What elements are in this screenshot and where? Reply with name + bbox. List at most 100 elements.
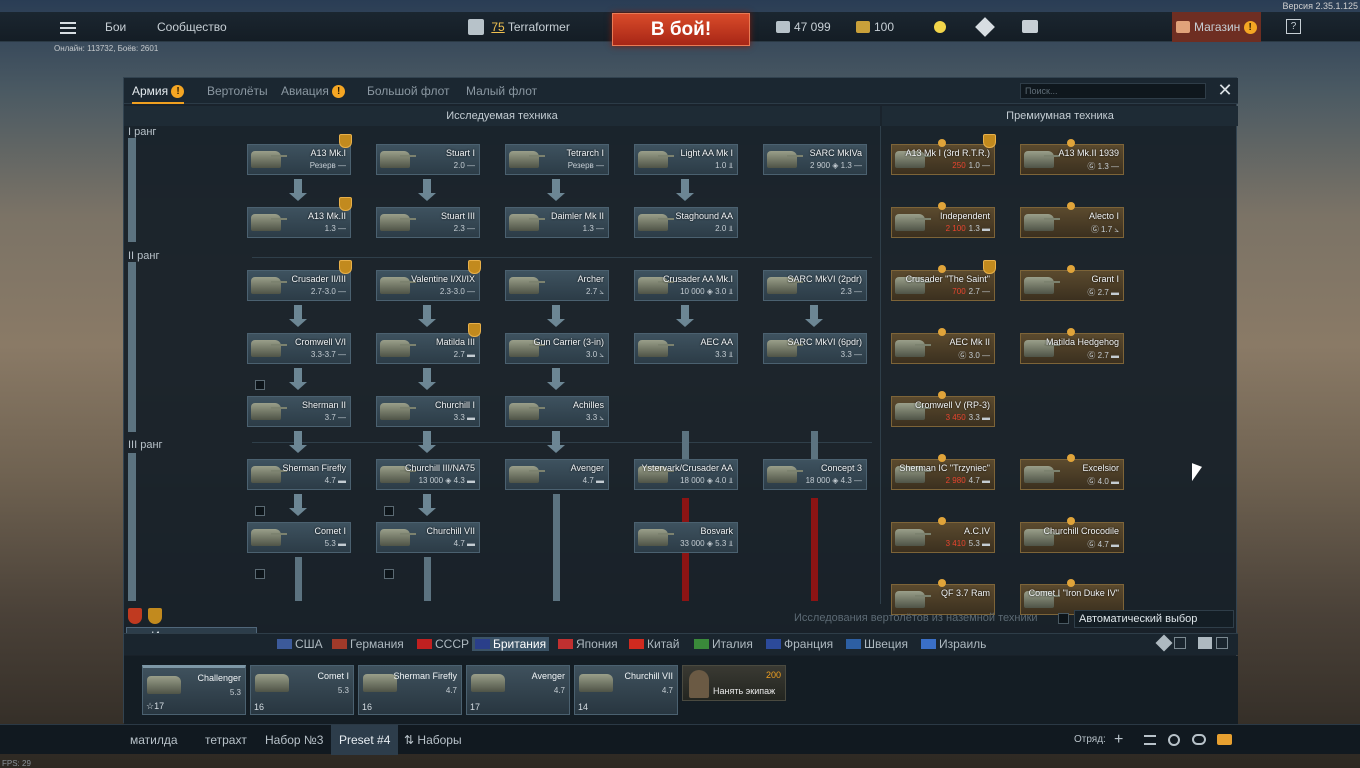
country-tab[interactable]: Швеция	[846, 637, 908, 651]
rank-progress-bar	[128, 262, 136, 432]
vehicle-card[interactable]: Matilda III 2.7 ▬	[376, 323, 481, 364]
contacts-icon[interactable]	[1168, 734, 1180, 746]
premium-vehicle-card[interactable]: A13 Mk I (3rd R.T.R.) 250 1.0 —	[891, 134, 996, 175]
vehicle-card[interactable]: Concept 3 18 000 ◈ 4.3 —	[763, 459, 867, 490]
vehicle-card[interactable]: Tetrarch I Резерв —	[505, 144, 609, 175]
community-menu[interactable]: Сообщество	[157, 12, 227, 42]
ammo-icon[interactable]	[1198, 637, 1212, 649]
vehicle-card[interactable]: Sherman II 3.7 —	[247, 396, 351, 427]
auto-select-dropdown[interactable]: Автоматический выбор	[1074, 610, 1234, 628]
achievements-icon[interactable]	[975, 17, 995, 37]
premium-vehicle-card[interactable]: Alecto I Ⓖ 1.7 ⦣	[1020, 202, 1124, 238]
vehicle-name: Matilda III	[435, 337, 475, 347]
vehicle-card[interactable]: Sherman Firefly 4.7 ▬	[247, 459, 351, 490]
country-tab[interactable]: Израиль	[921, 637, 986, 651]
premium-vehicle-card[interactable]: AEC Mk II Ⓖ 3.0 —	[891, 328, 995, 364]
country-tab[interactable]: Британия	[472, 637, 550, 651]
preset-tab[interactable]: Набор №3	[257, 725, 331, 755]
presets-button[interactable]: ⇅ Наборы	[396, 725, 470, 755]
crew-slot[interactable]: Challenger 5.3 ☆17	[142, 665, 246, 715]
vehicle-card[interactable]: Stuart I 2.0 —	[376, 144, 480, 175]
premium-vehicle-card[interactable]: Cromwell V (RP-3) 3 450 3.3 ▬	[891, 391, 995, 427]
vehicle-card[interactable]: Churchill VII 4.7 ▬	[376, 522, 480, 553]
premium-vehicle-card[interactable]: Excelsior Ⓖ 4.0 ▬	[1020, 454, 1124, 490]
premium-vehicle-card[interactable]: Matilda Hedgehog Ⓖ 2.7 ▬	[1020, 328, 1124, 364]
tab-aviation[interactable]: Авиация !	[281, 78, 346, 104]
country-tab[interactable]: СССР	[417, 637, 469, 651]
battles-menu[interactable]: Бои	[105, 12, 126, 42]
chat-icon[interactable]	[1192, 734, 1206, 745]
list-icon[interactable]	[1144, 735, 1156, 745]
vehicle-card[interactable]: Cromwell V/I 3.3-3.7 —	[247, 333, 351, 364]
coupon-icon[interactable]	[1022, 20, 1038, 33]
vehicle-card[interactable]: A13 Mk.I Резерв —	[247, 134, 352, 175]
vehicle-card[interactable]: SARC MkVI (6pdr) 3.3 —	[763, 333, 867, 364]
crew-slot[interactable]: Churchill VII 4.7 14	[574, 665, 678, 715]
tab-army[interactable]: Армия !	[132, 78, 185, 104]
auto-research-checkbox[interactable]	[1058, 613, 1069, 624]
vehicle-card[interactable]: Light AA Mk I 1.0 ⫫	[634, 144, 738, 175]
slot-br: 5.3	[337, 686, 349, 695]
vehicle-card[interactable]: Achilles 3.3 ⦣	[505, 396, 609, 427]
filter-checkbox[interactable]	[1216, 637, 1228, 649]
vehicle-card[interactable]: Comet I 5.3 ▬	[247, 522, 351, 553]
tree-arrow	[547, 368, 565, 390]
country-tab[interactable]: США	[277, 637, 323, 651]
premium-vehicle-card[interactable]: Sherman IC "Trzyniec" 2 980 4.7 ▬	[891, 454, 995, 490]
vehicle-card[interactable]: Stuart III 2.3 —	[376, 207, 480, 238]
tank-icon	[509, 214, 545, 231]
vehicle-card[interactable]: Daimler Mk II 1.3 —	[505, 207, 609, 238]
crew-slot[interactable]: Avenger 4.7 17	[466, 665, 570, 715]
country-tab[interactable]: Китай	[629, 637, 679, 651]
vehicle-card[interactable]: Churchill III/NA75 13 000 ◈ 4.3 ▬	[376, 459, 480, 490]
tab-bluewater-fleet[interactable]: Большой флот	[367, 78, 450, 104]
vehicle-card[interactable]: SARC MkIVa 2 900 ◈ 1.3 —	[763, 144, 867, 175]
hire-crew-slot[interactable]: 200 Нанять экипаж	[682, 665, 786, 701]
vehicle-card[interactable]: A13 Mk.II 1.3 —	[247, 197, 352, 238]
search-input[interactable]: Поиск...	[1020, 83, 1206, 99]
vehicle-card[interactable]: Valentine I/XI/IX 2.3-3.0 —	[376, 260, 481, 301]
vehicle-card[interactable]: Archer 2.7 ⦣	[505, 270, 609, 301]
filter-checkbox[interactable]	[1174, 637, 1186, 649]
vehicle-stats: 3 410 5.3 ▬	[946, 539, 990, 548]
crew-slot[interactable]: Sherman Firefly 4.7 16	[358, 665, 462, 715]
country-tab[interactable]: Франция	[766, 637, 833, 651]
tab-coastal-fleet[interactable]: Малый флот	[466, 78, 537, 104]
premium-vehicle-card[interactable]: Churchill Crocodile Ⓖ 4.7 ▬	[1020, 517, 1124, 553]
vehicle-card[interactable]: Gun Carrier (3-in) 3.0 ⦣	[505, 333, 609, 364]
close-icon[interactable]: ✕	[1216, 81, 1234, 99]
vehicle-stats: 18 000 ◈ 4.3 —	[805, 476, 862, 485]
vehicle-card[interactable]: Ystervark/Crusader AA 18 000 ◈ 4.0 ⫫	[634, 459, 738, 490]
vehicle-card[interactable]: SARC MkVI (2pdr) 2.3 —	[763, 270, 867, 301]
vehicle-card[interactable]: Crusader II/III 2.7-3.0 —	[247, 260, 352, 301]
vehicle-card[interactable]: Avenger 4.7 ▬	[505, 459, 609, 490]
player-profile[interactable]: 75 Terraformer	[468, 12, 570, 42]
vehicle-card[interactable]: Crusader AA Mk.I 10 000 ◈ 3.0 ⫫	[634, 270, 738, 301]
crew-slot[interactable]: Comet I 5.3 16	[250, 665, 354, 715]
country-tab[interactable]: Италия	[694, 637, 753, 651]
shop-button[interactable]: Магазин !	[1172, 12, 1261, 42]
preset-tab[interactable]: матилда	[122, 725, 186, 755]
premium-vehicle-card[interactable]: A13 Mk.II 1939 Ⓖ 1.3 —	[1020, 139, 1124, 175]
country-tab[interactable]: Япония	[558, 637, 618, 651]
preset-tab[interactable]: Preset #4	[331, 725, 399, 755]
vehicle-card[interactable]: Churchill I 3.3 ▬	[376, 396, 480, 427]
add-squad-icon[interactable]: +	[1106, 725, 1131, 755]
preset-tab[interactable]: тетрахт	[197, 725, 255, 755]
vehicle-card[interactable]: Bosvark 33 000 ◈ 5.3 ⫫	[634, 522, 738, 553]
hint-icon[interactable]	[934, 21, 946, 33]
vehicle-name: A13 Mk.I	[310, 148, 346, 158]
premium-vehicle-card[interactable]: Grant I Ⓖ 2.7 ▬	[1020, 265, 1124, 301]
premium-vehicle-card[interactable]: A.C.IV 3 410 5.3 ▬	[891, 517, 995, 553]
premium-vehicle-card[interactable]: Independent 2 100 1.3 ▬	[891, 202, 995, 238]
help-button[interactable]: ?	[1286, 19, 1301, 34]
vehicle-card[interactable]: Staghound AA 2.0 ⫫	[634, 207, 738, 238]
tree-arrow	[547, 179, 565, 201]
rank-label: III ранг	[128, 439, 163, 451]
premium-vehicle-card[interactable]: Crusader "The Saint" 700 2.7 —	[891, 260, 996, 301]
mail-icon[interactable]	[1217, 734, 1232, 745]
to-battle-button[interactable]: В бой!	[612, 13, 750, 46]
country-tab[interactable]: Германия	[332, 637, 404, 651]
vehicle-card[interactable]: AEC AA 3.3 ⫫	[634, 333, 738, 364]
tab-helicopters[interactable]: Вертолёты	[207, 78, 268, 104]
